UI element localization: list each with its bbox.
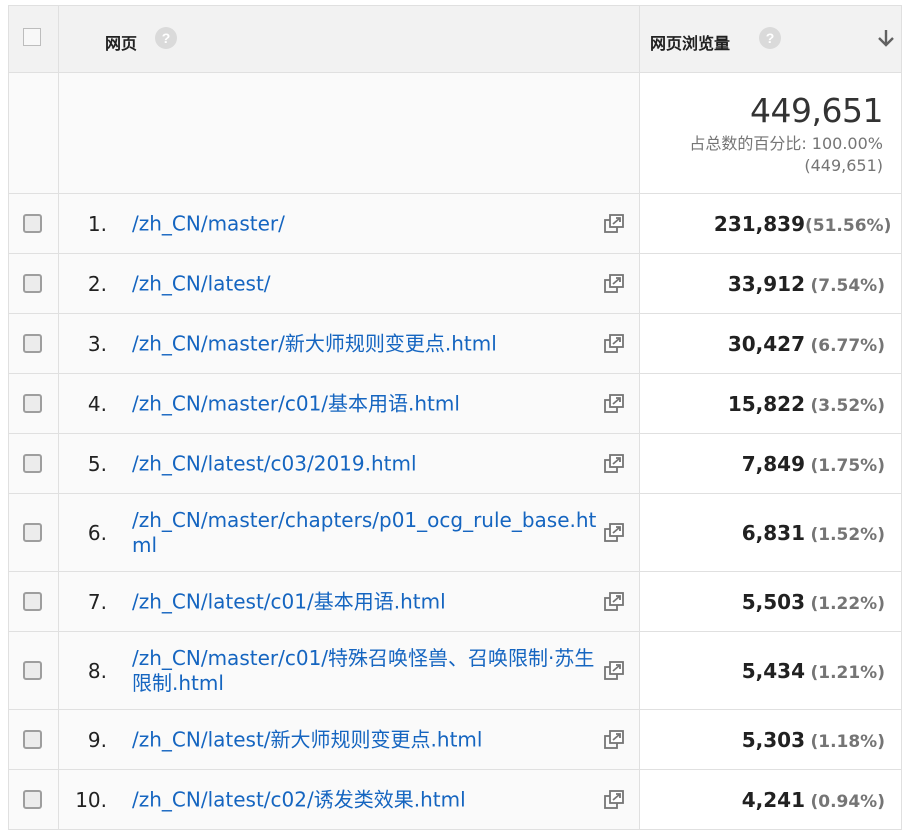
row-percentage: (1.75%) (810, 455, 885, 476)
row-checkbox[interactable] (23, 333, 42, 353)
row-percentage: (7.54%) (810, 275, 885, 296)
open-in-new-icon[interactable] (603, 333, 625, 355)
total-percentage-label: 占总数的百分比: 100.00% (689, 134, 883, 153)
row-percentage: (1.22%) (810, 593, 885, 614)
page-link[interactable]: /zh_CN/master/新大师规则变更点.html (132, 331, 602, 356)
page-link[interactable]: /zh_CN/latest/c02/诱发类效果.html (132, 787, 602, 812)
row-index: 8. (87, 658, 107, 683)
row-percentage: (1.52%) (810, 524, 885, 545)
row-percentage: (0.94%) (810, 791, 885, 812)
row-index: 3. (87, 331, 107, 356)
select-all-cell (9, 6, 59, 72)
row-views: 6,831 (741, 520, 805, 545)
table-row: 9. /zh_CN/latest/新大师规则变更点.html 5,303 (1.1… (8, 710, 902, 770)
row-views: 5,503 (741, 589, 805, 614)
row-views: 33,912 (727, 271, 805, 296)
row-checkbox[interactable] (23, 591, 42, 611)
open-in-new-icon[interactable] (603, 393, 625, 415)
row-checkbox[interactable] (23, 522, 42, 542)
select-all-checkbox[interactable] (23, 28, 41, 46)
page-link[interactable]: /zh_CN/latest/c01/基本用语.html (132, 589, 602, 614)
open-in-new-icon[interactable] (603, 273, 625, 295)
page-column-label: 网页 (105, 34, 138, 53)
table-row: 5. /zh_CN/latest/c03/2019.html 7,849 (1.7… (8, 434, 902, 494)
row-checkbox[interactable] (23, 729, 42, 749)
table-row: 6. /zh_CN/master/chapters/p01_ocg_rule_b… (8, 494, 902, 572)
table-row: 7. /zh_CN/latest/c01/基本用语.html 5,503 (1.2… (8, 572, 902, 632)
page-link[interactable]: /zh_CN/master/c01/基本用语.html (132, 391, 602, 416)
table-row: 4. /zh_CN/master/c01/基本用语.html 15,822 (3.… (8, 374, 902, 434)
page-help-icon[interactable]: ? (155, 27, 177, 49)
row-percentage: (1.21%) (810, 662, 885, 683)
report-table: 网页 ? 网页浏览量 ? 449,651 占总数的百分比: 100.00% (4… (8, 5, 902, 830)
views-column-header[interactable]: 网页浏览量 ? (640, 6, 902, 72)
row-views: 231,839 (713, 211, 805, 236)
row-views: 4,241 (741, 787, 805, 812)
open-in-new-icon[interactable] (603, 522, 625, 544)
open-in-new-icon[interactable] (603, 729, 625, 751)
row-checkbox[interactable] (23, 789, 42, 809)
table-row: 3. /zh_CN/master/新大师规则变更点.html 30,427 (6.… (8, 314, 902, 374)
row-checkbox[interactable] (23, 660, 42, 680)
row-percentage: (1.18%) (810, 731, 885, 752)
table-row: 1. /zh_CN/master/ 231,839(51.56%) (8, 194, 902, 254)
open-in-new-icon[interactable] (603, 591, 625, 613)
row-index: 10. (75, 787, 107, 812)
table-row: 8. /zh_CN/master/c01/特殊召唤怪兽、召唤限制·苏生限制.ht… (8, 632, 902, 710)
open-in-new-icon[interactable] (603, 213, 625, 235)
row-percentage: (6.77%) (810, 335, 885, 356)
row-views: 5,303 (741, 727, 805, 752)
table-header: 网页 ? 网页浏览量 ? (8, 6, 902, 73)
row-index: 6. (87, 520, 107, 545)
row-index: 5. (87, 451, 107, 476)
row-percentage: (3.52%) (810, 395, 885, 416)
page-link[interactable]: /zh_CN/latest/c03/2019.html (132, 451, 602, 476)
page-link[interactable]: /zh_CN/latest/新大师规则变更点.html (132, 727, 602, 752)
row-views: 5,434 (741, 658, 805, 683)
row-index: 2. (87, 271, 107, 296)
row-checkbox[interactable] (23, 273, 42, 293)
page-link[interactable]: /zh_CN/master/c01/特殊召唤怪兽、召唤限制·苏生限制.html (132, 646, 602, 696)
row-views: 30,427 (727, 331, 805, 356)
table-row: 2. /zh_CN/latest/ 33,912 (7.54%) (8, 254, 902, 314)
page-column-header[interactable]: 网页 ? (59, 6, 640, 72)
views-help-icon[interactable]: ? (759, 27, 781, 49)
open-in-new-icon[interactable] (603, 660, 625, 682)
page-link[interactable]: /zh_CN/master/ (132, 211, 602, 236)
total-percentage: 占总数的百分比: 100.00% (449,651) (689, 133, 883, 177)
summary-views-cell: 449,651 占总数的百分比: 100.00% (449,651) (640, 73, 902, 193)
row-checkbox[interactable] (23, 393, 42, 413)
row-index: 1. (87, 211, 107, 236)
row-views: 7,849 (741, 451, 805, 476)
row-views: 15,822 (727, 391, 805, 416)
table-row: 10. /zh_CN/latest/c02/诱发类效果.html 4,241 (0… (8, 770, 902, 830)
page-link[interactable]: /zh_CN/latest/ (132, 271, 602, 296)
summary-row: 449,651 占总数的百分比: 100.00% (449,651) (8, 73, 902, 194)
total-percentage-value: (449,651) (804, 156, 883, 175)
row-checkbox[interactable] (23, 453, 42, 473)
row-checkbox[interactable] (23, 213, 42, 233)
arrow-down-icon[interactable] (876, 26, 896, 50)
row-percentage: (51.56%) (805, 215, 892, 236)
total-views: 449,651 (750, 91, 883, 130)
page-link[interactable]: /zh_CN/master/chapters/p01_ocg_rule_base… (132, 508, 602, 558)
open-in-new-icon[interactable] (603, 789, 625, 811)
table-body: 1. /zh_CN/master/ 231,839(51.56%) 2. /zh… (8, 194, 902, 830)
row-index: 9. (87, 727, 107, 752)
views-column-label: 网页浏览量 (650, 34, 731, 53)
row-index: 4. (87, 391, 107, 416)
open-in-new-icon[interactable] (603, 453, 625, 475)
row-index: 7. (87, 589, 107, 614)
